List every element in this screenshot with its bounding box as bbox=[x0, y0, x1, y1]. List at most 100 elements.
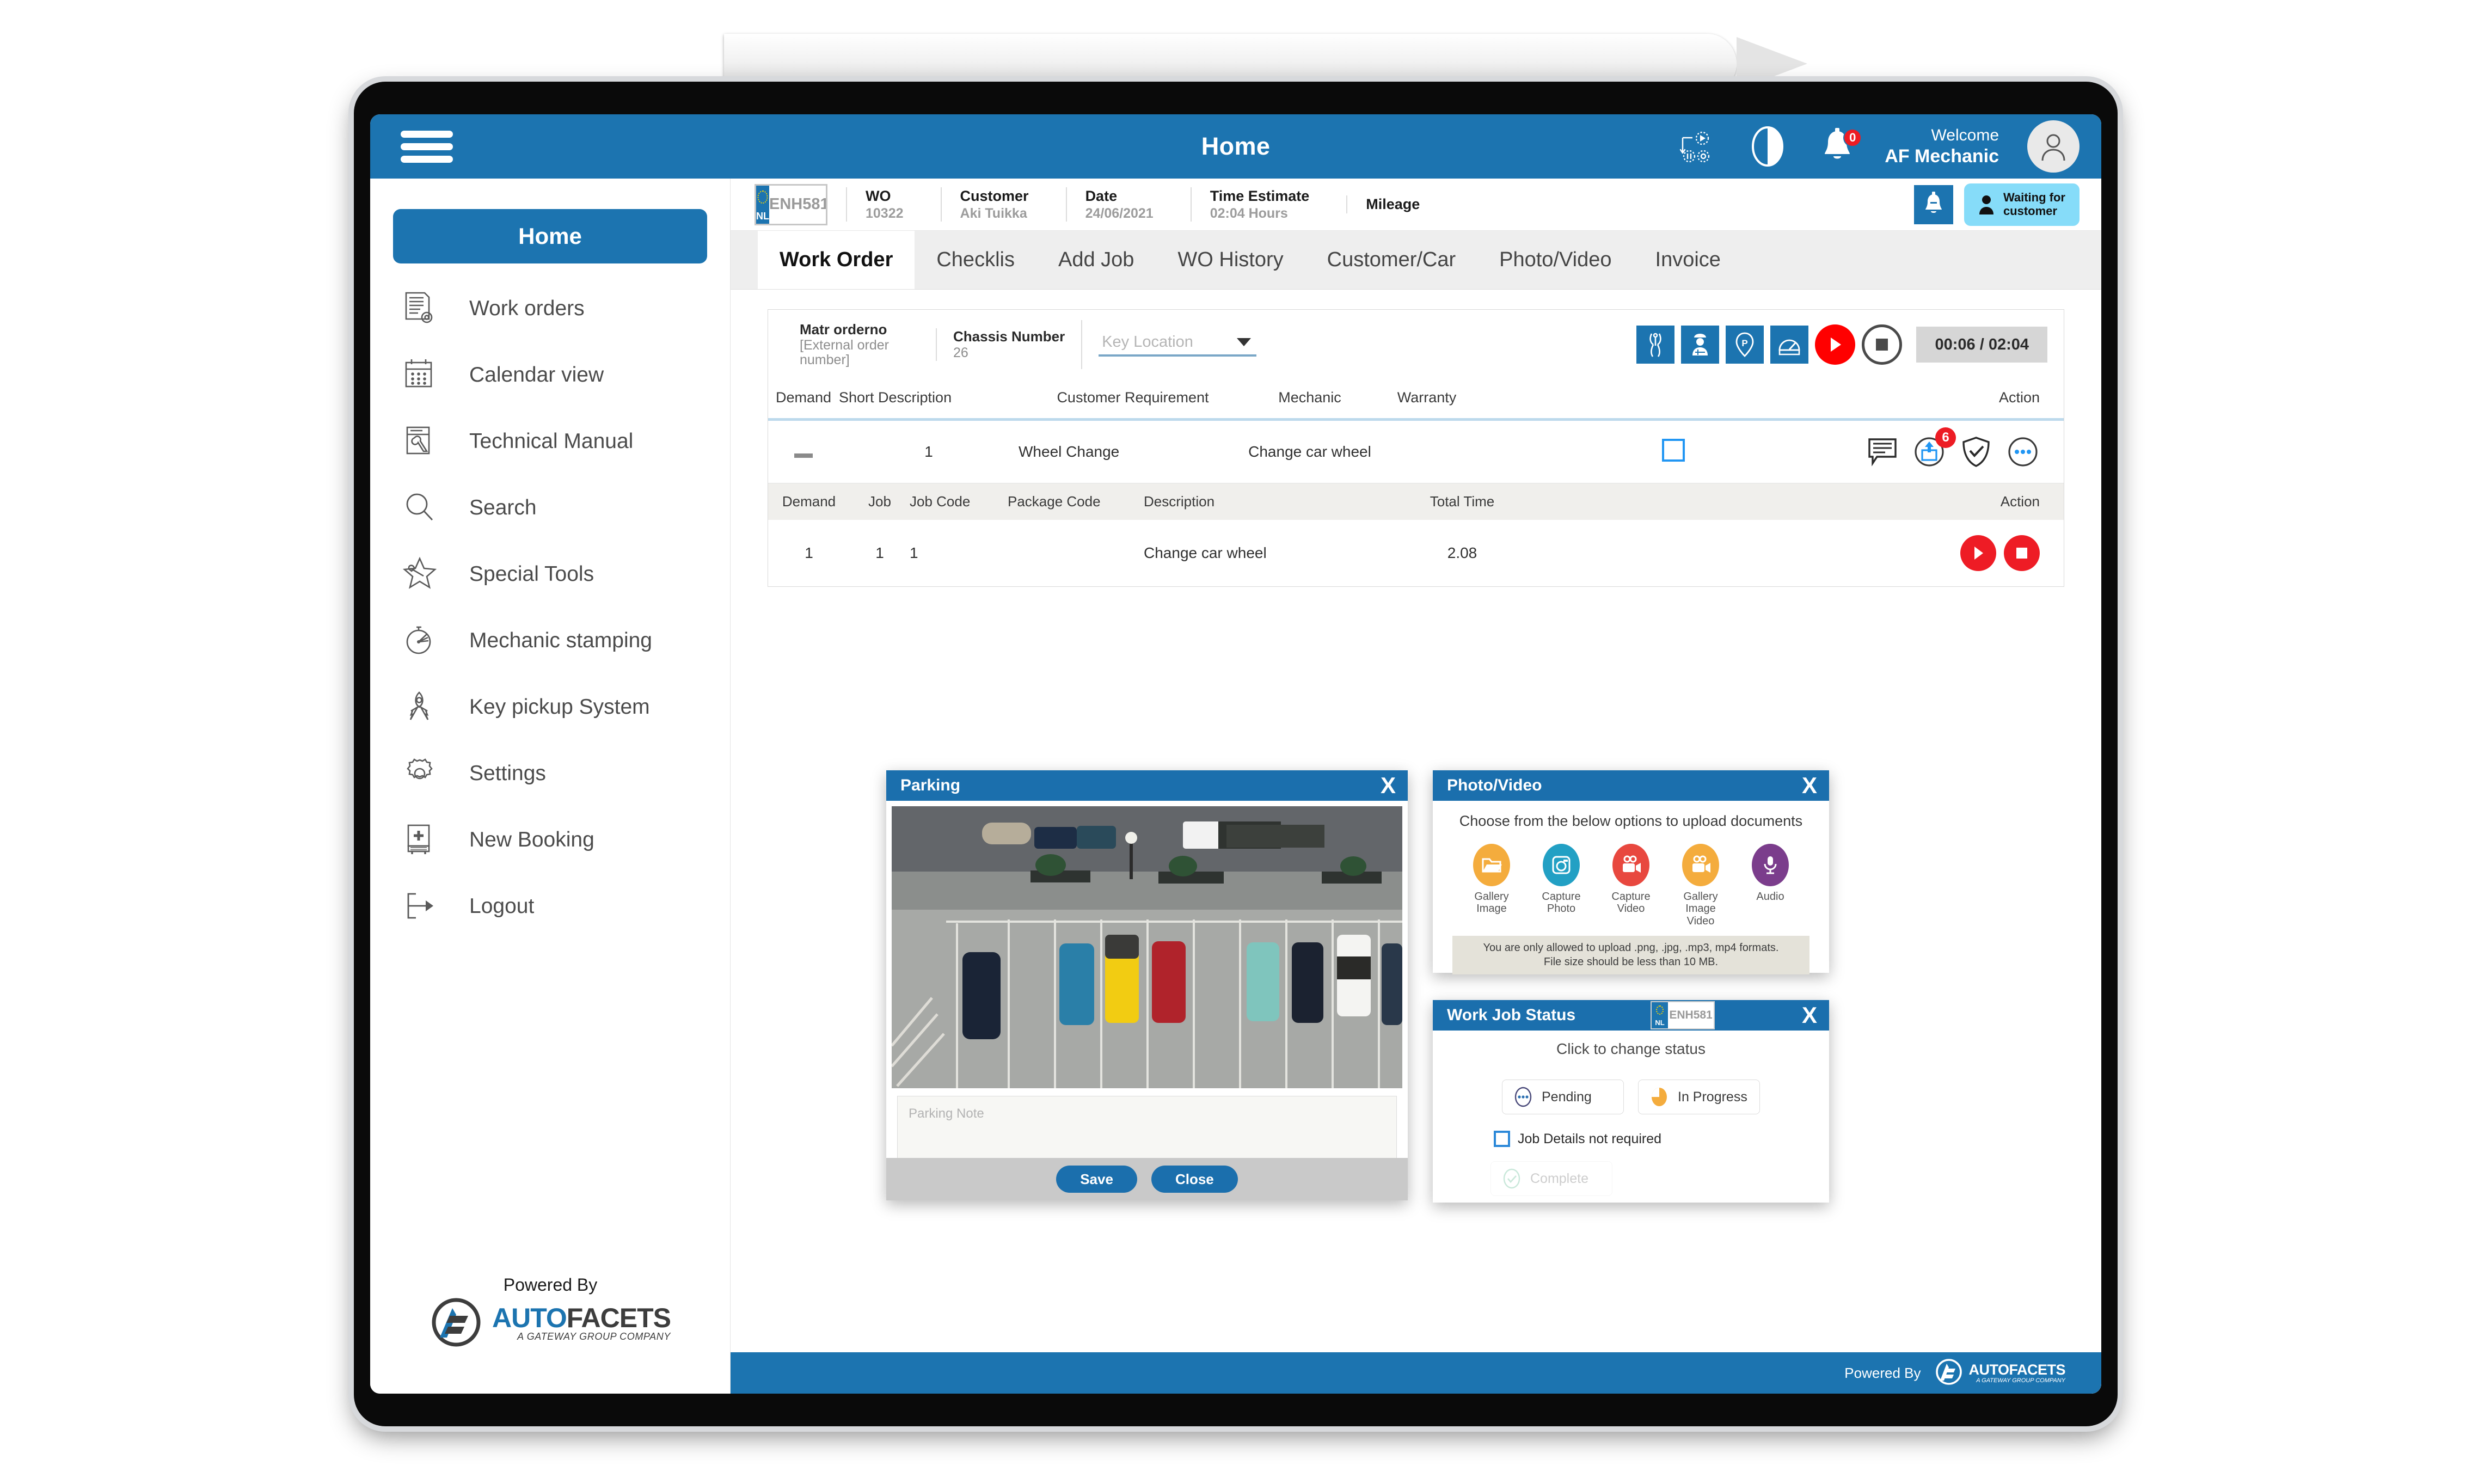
upload-option-capture-photo[interactable]: Capture Photo bbox=[1535, 844, 1587, 915]
status-option-pending[interactable]: Pending bbox=[1502, 1080, 1624, 1114]
status-line-2: customer bbox=[2003, 204, 2057, 218]
sidebar-item-calendar-view[interactable]: Calendar view bbox=[370, 342, 730, 408]
upload-option-gallery-image-video[interactable]: Gallery Image Video bbox=[1674, 844, 1727, 927]
col-header-total-time: Total Time bbox=[1430, 493, 1495, 510]
sidebar-footer-brand: Powered By AUTOFACETS A GATEWAY GROUP CO… bbox=[370, 1275, 731, 1351]
status-options: Pending In Progress bbox=[1433, 1080, 1829, 1114]
sidebar-nav-list: Work orders Calendar view Technical Manu… bbox=[370, 275, 730, 940]
option-label: Audio bbox=[1756, 891, 1784, 903]
option-label: Video bbox=[1617, 903, 1645, 915]
welcome-block: Welcome AF Mechanic bbox=[1885, 126, 1999, 167]
job-timer: 00:06 / 02:04 bbox=[1916, 327, 2047, 363]
save-button[interactable]: Save bbox=[1056, 1166, 1137, 1193]
stop-icon[interactable] bbox=[2004, 535, 2040, 571]
upload-option-audio[interactable]: Audio bbox=[1744, 844, 1796, 903]
divider bbox=[1081, 320, 1083, 369]
chassis-number-field: Chassis Number 26 bbox=[936, 328, 1081, 361]
sidebar-item-search[interactable]: Search bbox=[370, 475, 730, 541]
speedometer-icon[interactable] bbox=[1770, 326, 1809, 364]
tab-label: Checklis bbox=[936, 248, 1015, 271]
wo-field-mileage: Mileage bbox=[1346, 195, 1438, 213]
option-label: Video bbox=[1686, 915, 1715, 927]
play-icon[interactable] bbox=[1815, 324, 1856, 365]
cell-actions bbox=[1552, 520, 2064, 586]
status-heading: Click to change status bbox=[1556, 1040, 1706, 1057]
logout-arrow-icon bbox=[403, 888, 463, 924]
field-label: Matr orderno bbox=[800, 321, 887, 338]
tools-pliers-icon[interactable] bbox=[1636, 326, 1675, 364]
sidebar-item-technical-manual[interactable]: Technical Manual bbox=[370, 408, 730, 475]
sidebar-item-settings[interactable]: Settings bbox=[370, 740, 730, 807]
avatar[interactable] bbox=[2027, 120, 2080, 173]
parking-pin-icon[interactable]: P bbox=[1726, 326, 1764, 364]
tab-add-job[interactable]: Add Job bbox=[1036, 231, 1156, 289]
sidebar-item-label: Key pickup System bbox=[469, 695, 650, 719]
tab-wo-history[interactable]: WO History bbox=[1156, 231, 1305, 289]
parking-dialog: Parking X Parking Note Save Close bbox=[886, 770, 1408, 1200]
status-badge-waiting-for-customer[interactable]: Waiting for customer bbox=[1964, 183, 2080, 226]
sidebar-item-home[interactable]: Home bbox=[393, 209, 707, 263]
close-icon[interactable]: X bbox=[1381, 774, 1396, 797]
key-icon bbox=[403, 689, 463, 725]
tab-customer-car[interactable]: Customer/Car bbox=[1305, 231, 1478, 289]
close-icon[interactable]: X bbox=[1802, 1004, 1817, 1027]
app-footer: Powered By AUTOFACETS A GATEWAY GROUP CO… bbox=[731, 1352, 2101, 1394]
tab-label: Photo/Video bbox=[1499, 248, 1612, 271]
row-expander[interactable] bbox=[768, 419, 839, 483]
user-name: AF Mechanic bbox=[1885, 145, 1999, 167]
warranty-checkbox[interactable] bbox=[1662, 438, 1685, 462]
dialog-footer: Save Close bbox=[886, 1158, 1408, 1200]
tab-bar: Work Order Checklis Add Job WO History C… bbox=[731, 231, 2101, 290]
col-header-demand: Demand bbox=[775, 389, 832, 406]
sidebar-item-logout[interactable]: Logout bbox=[370, 873, 730, 940]
brand-tagline: A GATEWAY GROUP COMPANY bbox=[1976, 1377, 2065, 1384]
document-gear-icon bbox=[403, 291, 463, 327]
sidebar-item-label: New Booking bbox=[469, 828, 594, 851]
shield-check-icon[interactable] bbox=[1959, 435, 1993, 469]
cell-total-time: 2.08 bbox=[1447, 544, 1477, 561]
option-label: Image bbox=[1685, 903, 1716, 915]
mechanic-icon[interactable] bbox=[1681, 326, 1720, 364]
svg-text:P: P bbox=[1742, 338, 1748, 348]
close-icon[interactable]: X bbox=[1802, 774, 1817, 797]
more-options-icon[interactable] bbox=[2006, 435, 2040, 469]
complete-check-icon bbox=[1503, 1168, 1520, 1189]
play-icon[interactable] bbox=[1960, 535, 1996, 571]
job-details-not-required-checkbox[interactable]: Job Details not required bbox=[1494, 1131, 1829, 1147]
tab-label: Add Job bbox=[1058, 248, 1134, 271]
tab-checklist[interactable]: Checklis bbox=[915, 231, 1036, 289]
plate-country-strip: NL bbox=[1652, 1002, 1669, 1028]
workflow-icon[interactable] bbox=[1676, 124, 1720, 169]
status-option-in-progress[interactable]: In Progress bbox=[1638, 1080, 1760, 1114]
upload-icon[interactable]: 6 bbox=[1912, 427, 1956, 469]
sidebar: Home Work orders Calendar view Technical… bbox=[370, 179, 731, 1394]
bell-mute-icon[interactable] bbox=[1913, 185, 1953, 224]
tab-photo-video[interactable]: Photo/Video bbox=[1477, 231, 1633, 289]
tab-work-order[interactable]: Work Order bbox=[758, 231, 915, 289]
parking-photo[interactable] bbox=[892, 806, 1402, 1088]
field-label: Mileage bbox=[1366, 196, 1420, 213]
close-button[interactable]: Close bbox=[1151, 1166, 1238, 1193]
comment-icon[interactable] bbox=[1866, 435, 1899, 469]
plate-country-code: NL bbox=[1655, 1019, 1665, 1027]
upload-option-gallery-image[interactable]: Gallery Image bbox=[1465, 844, 1518, 915]
sidebar-item-mechanic-stamping[interactable]: Mechanic stamping bbox=[370, 608, 730, 674]
cell-description: Change car wheel bbox=[1144, 544, 1267, 561]
key-location-select[interactable]: Key Location bbox=[1099, 333, 1257, 357]
cell-warranty bbox=[1481, 419, 1866, 483]
panel-action-buttons: P 00:06 / 02:04 bbox=[1636, 324, 2055, 365]
sidebar-item-new-booking[interactable]: New Booking bbox=[370, 807, 730, 873]
sidebar-item-work-orders[interactable]: Work orders bbox=[370, 275, 730, 342]
sidebar-item-special-tools[interactable]: Special Tools bbox=[370, 541, 730, 608]
wo-field-customer: Customer Aki Tuikka bbox=[940, 187, 1047, 222]
col-header-package-code: Package Code bbox=[1008, 493, 1101, 510]
half-circle-progress-icon[interactable] bbox=[1745, 124, 1790, 169]
tab-invoice[interactable]: Invoice bbox=[1634, 231, 1743, 289]
sidebar-item-key-pickup-system[interactable]: Key pickup System bbox=[370, 674, 730, 740]
brand-facets: FACETS bbox=[566, 1303, 671, 1333]
option-label: Photo bbox=[1547, 903, 1576, 915]
panel-header-row: Matr orderno [External order number] Cha… bbox=[768, 310, 2064, 379]
bell-icon[interactable]: 0 bbox=[1815, 124, 1862, 169]
stop-icon[interactable] bbox=[1862, 324, 1903, 365]
upload-option-capture-video[interactable]: Capture Video bbox=[1605, 844, 1657, 915]
